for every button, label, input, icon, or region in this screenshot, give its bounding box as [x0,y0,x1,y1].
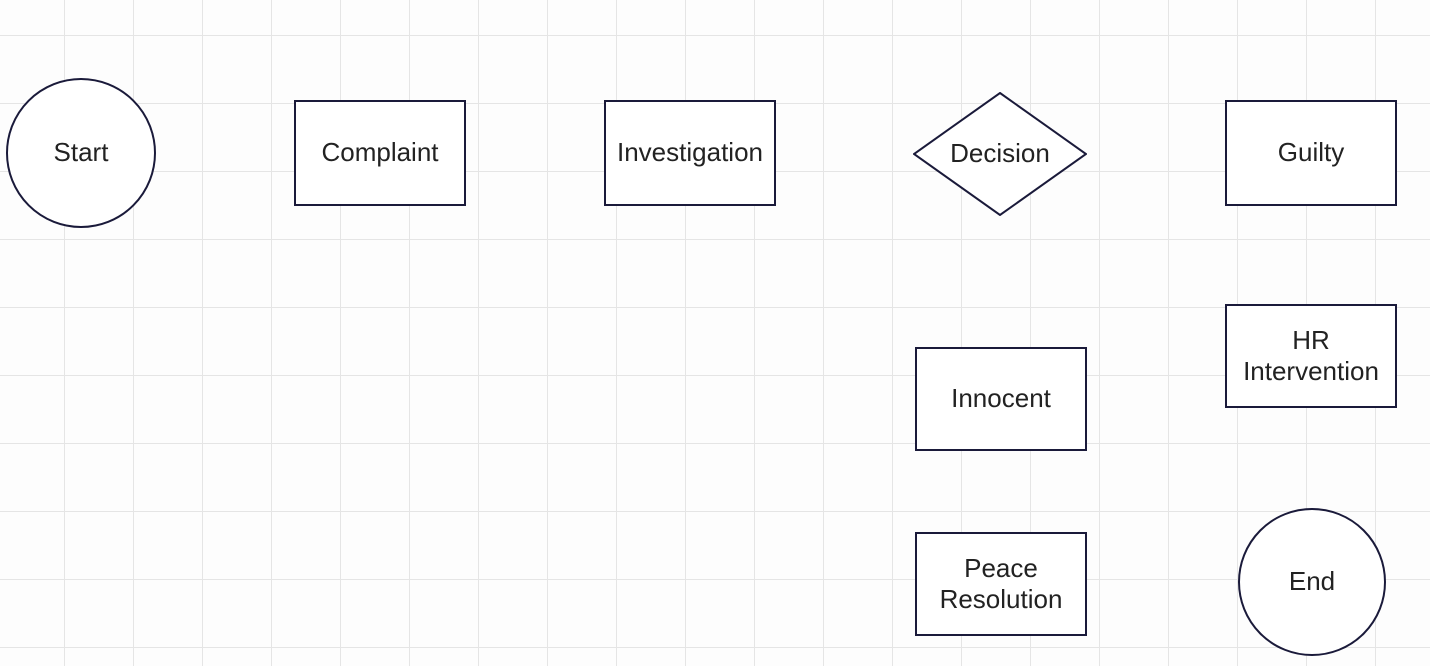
node-investigation[interactable]: Investigation [604,100,776,206]
node-label: Peace Resolution [921,553,1081,615]
node-guilty[interactable]: Guilty [1225,100,1397,206]
node-end[interactable]: End [1238,508,1386,656]
node-innocent[interactable]: Innocent [915,347,1087,451]
node-label: Innocent [951,383,1051,414]
node-label: Complaint [321,137,438,168]
node-start[interactable]: Start [6,78,156,228]
node-peace-resolution[interactable]: Peace Resolution [915,532,1087,636]
node-label: Investigation [617,137,763,168]
node-label: Start [54,137,109,168]
node-label: End [1289,566,1335,597]
node-label: Guilty [1278,137,1344,168]
node-label: HR Intervention [1231,325,1391,387]
node-hr-intervention[interactable]: HR Intervention [1225,304,1397,408]
node-decision[interactable]: Decision [913,92,1087,216]
node-complaint[interactable]: Complaint [294,100,466,206]
node-label: Decision [950,138,1050,169]
